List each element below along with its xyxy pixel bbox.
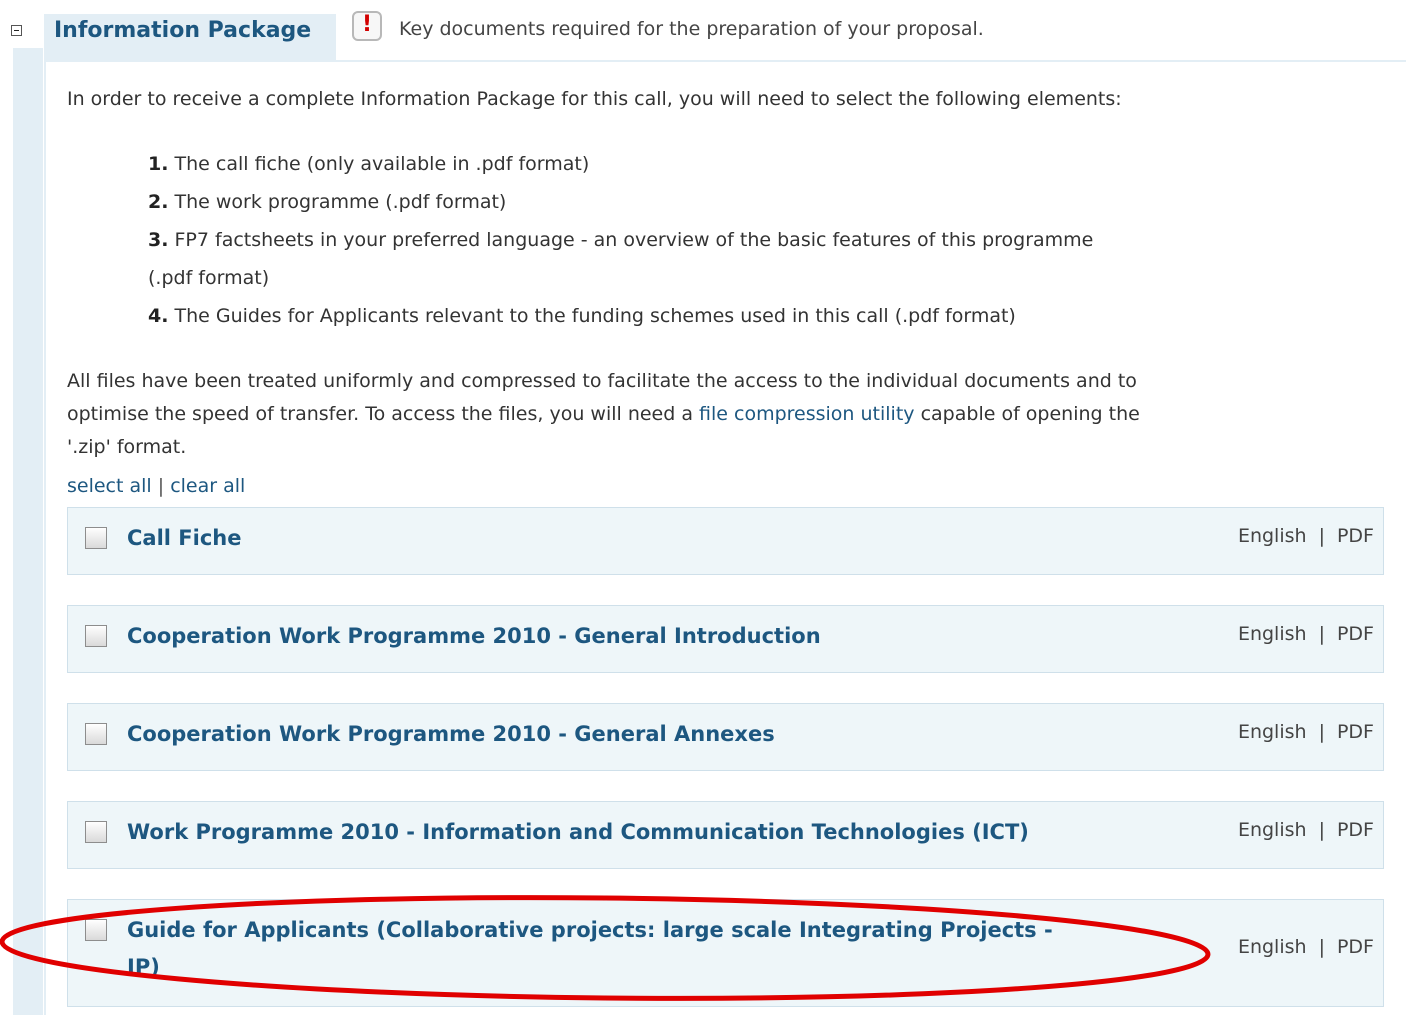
note-line-2: optimise the speed of transfer. To acces… xyxy=(67,403,700,425)
file-compression-utility-link[interactable]: file compression utility xyxy=(699,403,915,425)
document-checkbox[interactable] xyxy=(85,527,107,549)
document-language: English xyxy=(1237,936,1307,958)
exclamation-icon: ! xyxy=(352,11,382,41)
list-text: FP7 factsheets in your preferred languag… xyxy=(174,229,1094,251)
note-line-2-end: capable of opening the xyxy=(914,403,1140,425)
list-number: 3. xyxy=(148,229,169,251)
document-title[interactable]: Work Programme 2010 - Information and Co… xyxy=(127,814,1157,851)
document-language: English xyxy=(1237,623,1307,645)
list-item: 3. FP7 factsheets in your preferred lang… xyxy=(148,229,1093,251)
list-number: 4. xyxy=(148,305,169,327)
section-tab-label: Information Package xyxy=(54,18,312,43)
section-tab[interactable]: Information Package xyxy=(44,14,336,60)
list-number: 2. xyxy=(148,191,169,213)
note-line-3: '.zip' format. xyxy=(67,436,187,458)
document-format: PDF xyxy=(1336,623,1374,645)
document-meta: English | PDF xyxy=(1238,525,1374,547)
clear-all-link[interactable]: clear all xyxy=(170,475,245,497)
document-checkbox[interactable] xyxy=(85,919,107,941)
document-language: English xyxy=(1237,819,1307,841)
collapse-toggle-icon[interactable] xyxy=(11,25,22,36)
document-title[interactable]: Call Fiche xyxy=(127,520,1157,557)
document-row: Work Programme 2010 - Information and Co… xyxy=(67,801,1384,869)
note-text: All files have been treated uniformly an… xyxy=(67,365,1367,464)
document-format: PDF xyxy=(1336,819,1374,841)
document-format: PDF xyxy=(1336,525,1374,547)
document-row: Cooperation Work Programme 2010 - Genera… xyxy=(67,703,1384,771)
document-meta: English | PDF xyxy=(1238,819,1374,841)
document-checkbox[interactable] xyxy=(85,625,107,647)
document-checkbox[interactable] xyxy=(85,821,107,843)
selection-controls: select all | clear all xyxy=(67,475,245,497)
list-number: 1. xyxy=(148,153,169,175)
section-left-bar xyxy=(13,48,43,1015)
document-title-line-2: IP) xyxy=(127,955,160,979)
separator: | xyxy=(157,475,165,497)
document-checkbox[interactable] xyxy=(85,723,107,745)
select-all-link[interactable]: select all xyxy=(67,475,152,497)
list-item: 1. The call fiche (only available in .pd… xyxy=(148,153,589,175)
meta-separator: | xyxy=(1318,819,1325,841)
document-language: English xyxy=(1237,525,1307,547)
document-format: PDF xyxy=(1336,721,1374,743)
document-language: English xyxy=(1237,721,1307,743)
meta-separator: | xyxy=(1318,525,1325,547)
meta-separator: | xyxy=(1318,623,1325,645)
list-item: 2. The work programme (.pdf format) xyxy=(148,191,506,213)
document-meta: English | PDF xyxy=(1238,936,1374,958)
list-item-continuation: (.pdf format) xyxy=(148,267,270,289)
document-title[interactable]: Guide for Applicants (Collaborative proj… xyxy=(127,912,1157,986)
document-title[interactable]: Cooperation Work Programme 2010 - Genera… xyxy=(127,618,1157,655)
document-meta: English | PDF xyxy=(1238,623,1374,645)
list-text: The Guides for Applicants relevant to th… xyxy=(174,305,1016,327)
note-line-1: All files have been treated uniformly an… xyxy=(67,370,1137,392)
document-row: Call Fiche English | PDF xyxy=(67,507,1384,575)
document-format: PDF xyxy=(1336,936,1374,958)
list-text: The work programme (.pdf format) xyxy=(174,191,507,213)
meta-separator: | xyxy=(1318,721,1325,743)
list-item: 4. The Guides for Applicants relevant to… xyxy=(148,305,1016,327)
document-row: Cooperation Work Programme 2010 - Genera… xyxy=(67,605,1384,673)
list-text: The call fiche (only available in .pdf f… xyxy=(174,153,590,175)
document-row: Guide for Applicants (Collaborative proj… xyxy=(67,899,1384,1007)
meta-separator: | xyxy=(1318,936,1325,958)
document-meta: English | PDF xyxy=(1238,721,1374,743)
document-title-line-1: Guide for Applicants (Collaborative proj… xyxy=(127,918,1053,942)
document-title[interactable]: Cooperation Work Programme 2010 - Genera… xyxy=(127,716,1157,753)
intro-text: In order to receive a complete Informati… xyxy=(67,88,1122,110)
section-description: Key documents required for the preparati… xyxy=(399,18,984,40)
